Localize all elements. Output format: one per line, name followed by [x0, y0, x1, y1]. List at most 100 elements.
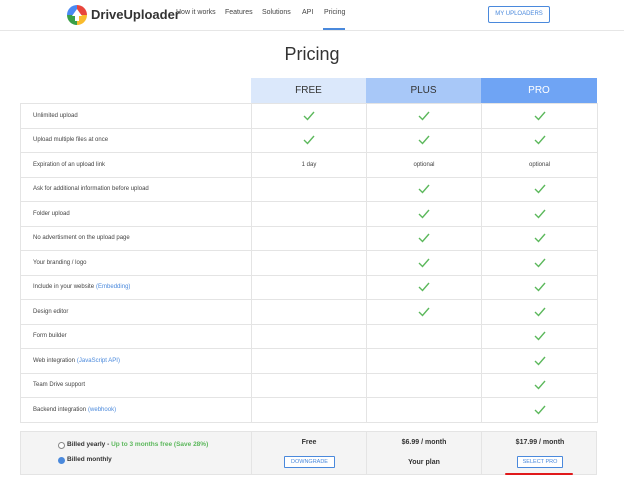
billed-monthly-label[interactable]: Billed monthly	[67, 456, 112, 463]
free-plan-footer: Free DOWNGRADE	[252, 432, 367, 474]
plus-cell	[367, 349, 482, 373]
pro-cell	[482, 300, 598, 324]
free-cell	[252, 373, 367, 397]
billed-yearly-label[interactable]: Billed yearly - Up to 3 months free (Sav…	[67, 441, 208, 448]
driveuploader-logo-icon[interactable]	[67, 5, 87, 25]
brand-name[interactable]: DriveUploader	[91, 7, 180, 22]
feature-label: Unlimited upload	[33, 112, 78, 119]
pro-cell	[482, 202, 598, 226]
feature-row: Your branding / logo	[21, 251, 598, 276]
feature-label-cell: Your branding / logo	[21, 251, 252, 275]
billed-yearly-radio[interactable]	[58, 442, 65, 449]
nav-features[interactable]: Features	[225, 9, 253, 16]
checkmark-icon	[418, 307, 430, 317]
checkmark-icon	[534, 184, 546, 194]
feature-label-cell: Unlimited upload	[21, 104, 252, 128]
nav-solutions[interactable]: Solutions	[262, 9, 291, 16]
pricing-footer-row: Billed yearly - Up to 3 months free (Sav…	[20, 431, 597, 475]
plus-cell	[367, 177, 482, 201]
checkmark-icon	[418, 184, 430, 194]
checkmark-icon	[534, 135, 546, 145]
free-cell	[252, 251, 367, 275]
feature-label-cell: Backend integration (webhook)	[21, 398, 252, 422]
pro-price: $17.99 / month	[515, 439, 565, 446]
checkmark-icon	[534, 233, 546, 243]
checkmark-icon	[534, 380, 546, 390]
feature-label: Upload multiple files at once	[33, 137, 109, 144]
feature-label: Design editor	[33, 308, 69, 315]
your-plan-label: Your plan	[408, 459, 440, 466]
free-value: 1 day	[301, 161, 317, 168]
pro-cell	[482, 104, 598, 128]
feature-label: Your branding / logo	[33, 259, 87, 266]
pro-value: optional	[528, 161, 551, 168]
select-pro-button[interactable]: SELECT PRO	[517, 456, 563, 468]
free-cell	[252, 177, 367, 201]
feature-row: Design editor	[21, 300, 598, 325]
pro-cell	[482, 349, 598, 373]
feature-row: Backend integration (webhook)	[21, 398, 598, 423]
feature-label-cell: Team Drive support	[21, 373, 252, 397]
checkmark-icon	[418, 258, 430, 268]
free-cell	[252, 128, 367, 152]
nav-api[interactable]: API	[302, 9, 313, 16]
pro-plan-footer: $17.99 / month SELECT PRO	[482, 432, 598, 474]
billed-monthly-radio[interactable]	[58, 457, 65, 464]
feature-label: Ask for additional information before up…	[33, 186, 149, 193]
feature-label-cell: Web integration (JavaScript API)	[21, 349, 252, 373]
feature-label: Web integration	[33, 357, 75, 364]
my-uploaders-button[interactable]: MY UPLOADERS	[488, 6, 550, 23]
feature-label: Backend integration	[33, 406, 87, 413]
free-cell	[252, 300, 367, 324]
checkmark-icon	[534, 307, 546, 317]
plus-value: optional	[413, 161, 435, 168]
nav-active-indicator	[323, 28, 345, 30]
feature-link[interactable]: (webhook)	[88, 407, 116, 413]
plus-cell	[367, 251, 482, 275]
plus-cell	[367, 324, 482, 348]
feature-row: Web integration (JavaScript API)	[21, 349, 598, 374]
free-cell	[252, 398, 367, 422]
pricing-table: Unlimited upload Upload multiple files at…	[20, 103, 598, 423]
feature-link[interactable]: (Embedding)	[96, 284, 130, 290]
pro-cell: optional	[482, 153, 598, 177]
feature-row: Team Drive support	[21, 373, 598, 398]
checkmark-icon	[303, 135, 315, 145]
feature-row: Ask for additional information before up…	[21, 177, 598, 202]
checkmark-icon	[418, 209, 430, 219]
feature-label: Folder upload	[33, 210, 70, 217]
pro-cell	[482, 251, 598, 275]
top-nav-bar: DriveUploader How it works Features Solu…	[0, 0, 624, 31]
plus-plan-footer: $6.99 / month Your plan	[367, 432, 482, 474]
feature-row: Folder upload	[21, 202, 598, 227]
checkmark-icon	[534, 331, 546, 341]
feature-row: Form builder	[21, 324, 598, 349]
plan-header-free: FREE	[251, 78, 366, 103]
free-cell: 1 day	[252, 153, 367, 177]
plus-cell	[367, 104, 482, 128]
pro-cell	[482, 275, 598, 299]
feature-label-cell: Folder upload	[21, 202, 252, 226]
plus-cell	[367, 398, 482, 422]
feature-row: Upload multiple files at once	[21, 128, 598, 153]
feature-label-cell: Design editor	[21, 300, 252, 324]
nav-pricing[interactable]: Pricing	[324, 9, 345, 16]
feature-label-cell: Upload multiple files at once	[21, 128, 252, 152]
plan-header-plus: PLUS	[366, 78, 481, 103]
page-title: Pricing	[284, 44, 340, 64]
billing-options: Billed yearly - Up to 3 months free (Sav…	[21, 432, 252, 474]
pro-cell	[482, 324, 598, 348]
plan-header-pro: PRO	[481, 78, 597, 103]
downgrade-button[interactable]: DOWNGRADE	[284, 456, 335, 468]
plus-cell	[367, 275, 482, 299]
nav-how-it-works[interactable]: How it works	[176, 9, 216, 16]
feature-label: Form builder	[33, 333, 67, 340]
feature-link[interactable]: (JavaScript API)	[77, 358, 120, 364]
feature-label: No advertisment on the upload page	[33, 235, 130, 242]
feature-label-cell: No advertisment on the upload page	[21, 226, 252, 250]
checkmark-icon	[418, 233, 430, 243]
plus-cell	[367, 373, 482, 397]
free-price: Free	[301, 439, 317, 446]
free-cell	[252, 226, 367, 250]
free-cell	[252, 349, 367, 373]
